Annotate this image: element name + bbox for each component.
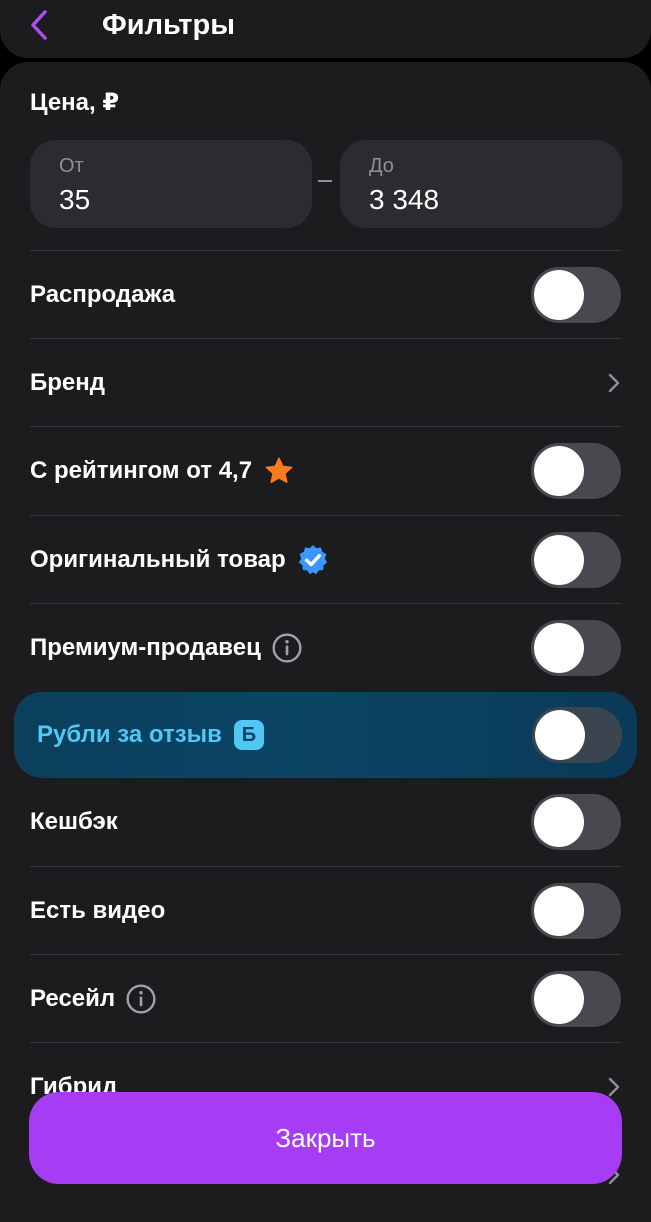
- filter-row-brand[interactable]: Бренд: [30, 338, 621, 427]
- toggle-knob: [534, 797, 584, 847]
- price-from-field[interactable]: От 35: [30, 140, 312, 228]
- page-title: Фильтры: [102, 9, 235, 41]
- review-rubles-toggle[interactable]: [532, 707, 622, 763]
- price-to-label: До: [369, 155, 394, 177]
- price-section-label: Цена, ₽: [30, 89, 120, 116]
- close-button[interactable]: Закрыть: [29, 1092, 622, 1184]
- filter-label-sale: Распродажа: [30, 281, 176, 308]
- filters-sheet: Цена, ₽ От 35 До 3 348 Распродажа Бренд …: [0, 62, 651, 1222]
- star-icon: [265, 457, 293, 483]
- filter-row-cashback[interactable]: Кешбэк: [30, 778, 621, 866]
- back-button[interactable]: [22, 6, 56, 44]
- filter-label-original: Оригинальный товар: [30, 546, 286, 573]
- toggle-knob: [534, 974, 584, 1024]
- chevron-right-icon: [608, 1077, 620, 1097]
- toggle-knob: [534, 886, 584, 936]
- filter-row-premium-seller[interactable]: Премиум-продавец: [30, 603, 621, 692]
- price-range-dash: [318, 180, 332, 182]
- filter-label-brand: Бренд: [30, 369, 105, 396]
- header-bar: Фильтры: [0, 0, 651, 58]
- filter-row-rating[interactable]: С рейтингом от 4,7: [30, 426, 621, 515]
- price-from-label: От: [59, 155, 84, 177]
- premium-seller-toggle[interactable]: [531, 620, 621, 676]
- price-to-value[interactable]: 3 348: [369, 184, 439, 216]
- chevron-right-icon: [608, 373, 620, 393]
- sale-toggle[interactable]: [531, 267, 621, 323]
- toggle-knob: [534, 446, 584, 496]
- info-icon[interactable]: [125, 983, 157, 1015]
- verified-badge-icon: [298, 545, 327, 575]
- filter-row-original[interactable]: Оригинальный товар: [30, 515, 621, 604]
- chevron-left-icon: [31, 10, 47, 40]
- filter-label-premium-seller: Премиум-продавец: [30, 634, 261, 661]
- info-icon[interactable]: [271, 632, 303, 664]
- toggle-knob: [534, 270, 584, 320]
- cashback-toggle[interactable]: [531, 794, 621, 850]
- filter-row-resale[interactable]: Ресейл: [30, 954, 621, 1043]
- price-to-field[interactable]: До 3 348: [340, 140, 622, 228]
- video-toggle[interactable]: [531, 883, 621, 939]
- filter-row-video[interactable]: Есть видео: [30, 866, 621, 955]
- filter-label-video: Есть видео: [30, 897, 166, 924]
- filter-row-review-rubles[interactable]: Рубли за отзыв Б: [14, 692, 637, 778]
- filter-label-resale: Ресейл: [30, 985, 116, 1012]
- filter-label-review-rubles: Рубли за отзыв: [37, 721, 222, 748]
- toggle-knob: [534, 535, 584, 585]
- filter-label-rating: С рейтингом от 4,7: [30, 457, 253, 484]
- original-toggle[interactable]: [531, 532, 621, 588]
- price-from-value[interactable]: 35: [59, 184, 90, 216]
- filter-label-cashback: Кешбэк: [30, 808, 118, 835]
- filter-row-sale[interactable]: Распродажа: [30, 250, 621, 339]
- bonus-badge: Б: [233, 720, 264, 750]
- toggle-knob: [535, 710, 585, 760]
- resale-toggle[interactable]: [531, 971, 621, 1027]
- rating-toggle[interactable]: [531, 443, 621, 499]
- toggle-knob: [534, 623, 584, 673]
